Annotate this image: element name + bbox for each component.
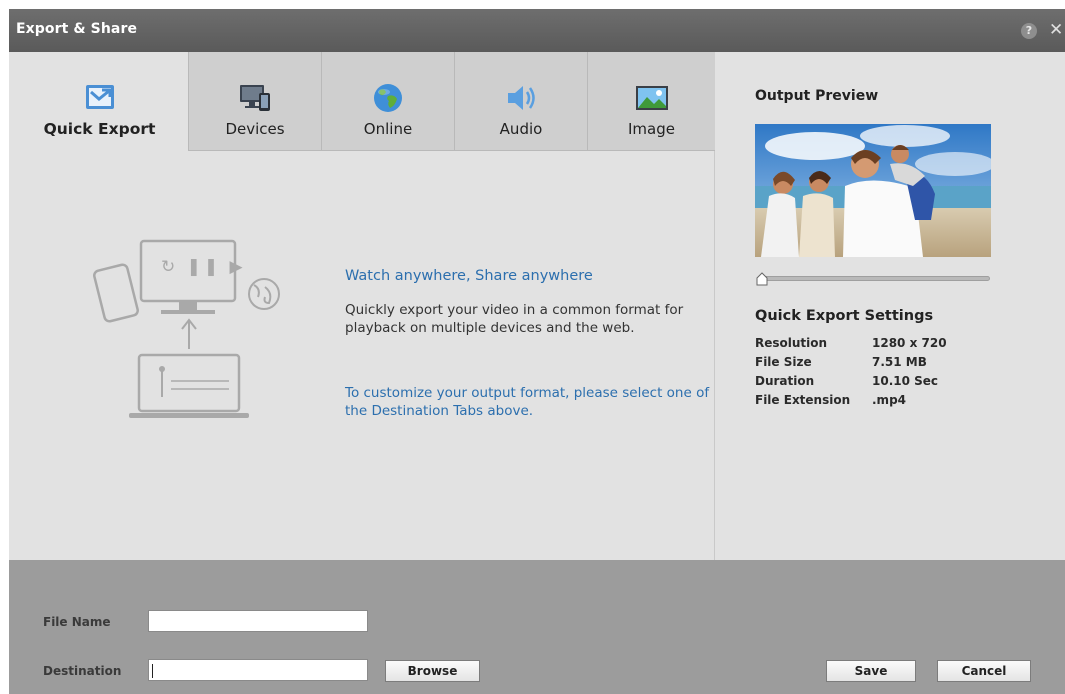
footer-bar: File Name Destination Browse Save Cancel	[9, 560, 1065, 694]
quick-export-settings-title: Quick Export Settings	[755, 308, 934, 324]
settings-value: 10.10 Sec	[872, 374, 939, 388]
tab-online-label: Online	[363, 120, 413, 138]
playback-controls-icon: ↻ ❚❚ ▶	[161, 257, 246, 277]
browse-button[interactable]: Browse	[385, 660, 480, 682]
image-icon	[634, 82, 670, 114]
settings-key: Duration	[755, 374, 815, 388]
file-name-label: File Name	[43, 615, 111, 629]
quick-export-icon	[82, 82, 118, 114]
preview-thumbnail	[755, 124, 991, 257]
text-caret	[152, 664, 153, 678]
export-share-dialog: Export & Share ? ✕ Quick Export Devices …	[9, 9, 1065, 694]
tab-devices-label: Devices	[225, 120, 285, 138]
settings-value: 7.51 MB	[872, 355, 927, 369]
destination-label: Destination	[43, 664, 122, 678]
tab-image-label: Image	[628, 120, 675, 138]
save-button[interactable]: Save	[826, 660, 916, 682]
tab-audio[interactable]: Audio	[455, 52, 588, 151]
destination-field[interactable]	[148, 659, 368, 681]
dialog-title: Export & Share	[16, 21, 138, 37]
cancel-button[interactable]: Cancel	[937, 660, 1031, 682]
tab-image[interactable]: Image	[588, 52, 715, 151]
tab-devices[interactable]: Devices	[189, 52, 322, 151]
settings-row-file-size: File Size 7.51 MB	[755, 355, 995, 374]
tab-online[interactable]: Online	[322, 52, 455, 151]
info-heading: Watch anywhere, Share anywhere	[345, 268, 593, 284]
tab-quick-export-label: Quick Export	[43, 120, 156, 138]
title-bar: Export & Share ? ✕	[9, 9, 1065, 52]
settings-key: File Size	[755, 355, 812, 369]
output-preview-title: Output Preview	[755, 88, 879, 104]
settings-value: .mp4	[872, 393, 907, 407]
preview-scrubber-track[interactable]	[762, 276, 990, 281]
output-preview-pane: Output Preview Quick Export Settings Res…	[716, 52, 1065, 560]
close-button[interactable]: ✕	[1049, 19, 1065, 41]
tab-quick-export[interactable]: Quick Export	[11, 52, 189, 151]
preview-scrubber-handle[interactable]	[756, 271, 768, 286]
info-hint: To customize your output format, please …	[345, 385, 710, 419]
destination-pane: Quick Export Devices Online Audio Image …	[11, 52, 715, 560]
settings-value: 1280 x 720	[872, 336, 947, 350]
settings-row-duration: Duration 10.10 Sec	[755, 374, 995, 393]
tab-audio-label: Audio	[499, 120, 543, 138]
info-body: Quickly export your video in a common fo…	[345, 302, 684, 336]
globe-icon	[370, 82, 406, 114]
devices-icon	[237, 82, 273, 114]
destination-tabs: Quick Export Devices Online Audio Image	[11, 52, 715, 151]
settings-key: File Extension	[755, 393, 851, 407]
settings-key: Resolution	[755, 336, 828, 350]
settings-row-file-extension: File Extension .mp4	[755, 393, 995, 412]
file-name-field[interactable]	[148, 610, 368, 632]
help-button[interactable]: ?	[1021, 23, 1037, 39]
speaker-icon	[503, 82, 539, 114]
settings-row-resolution: Resolution 1280 x 720	[755, 336, 995, 355]
multi-device-illustration: ↻ ❚❚ ▶	[89, 237, 289, 427]
